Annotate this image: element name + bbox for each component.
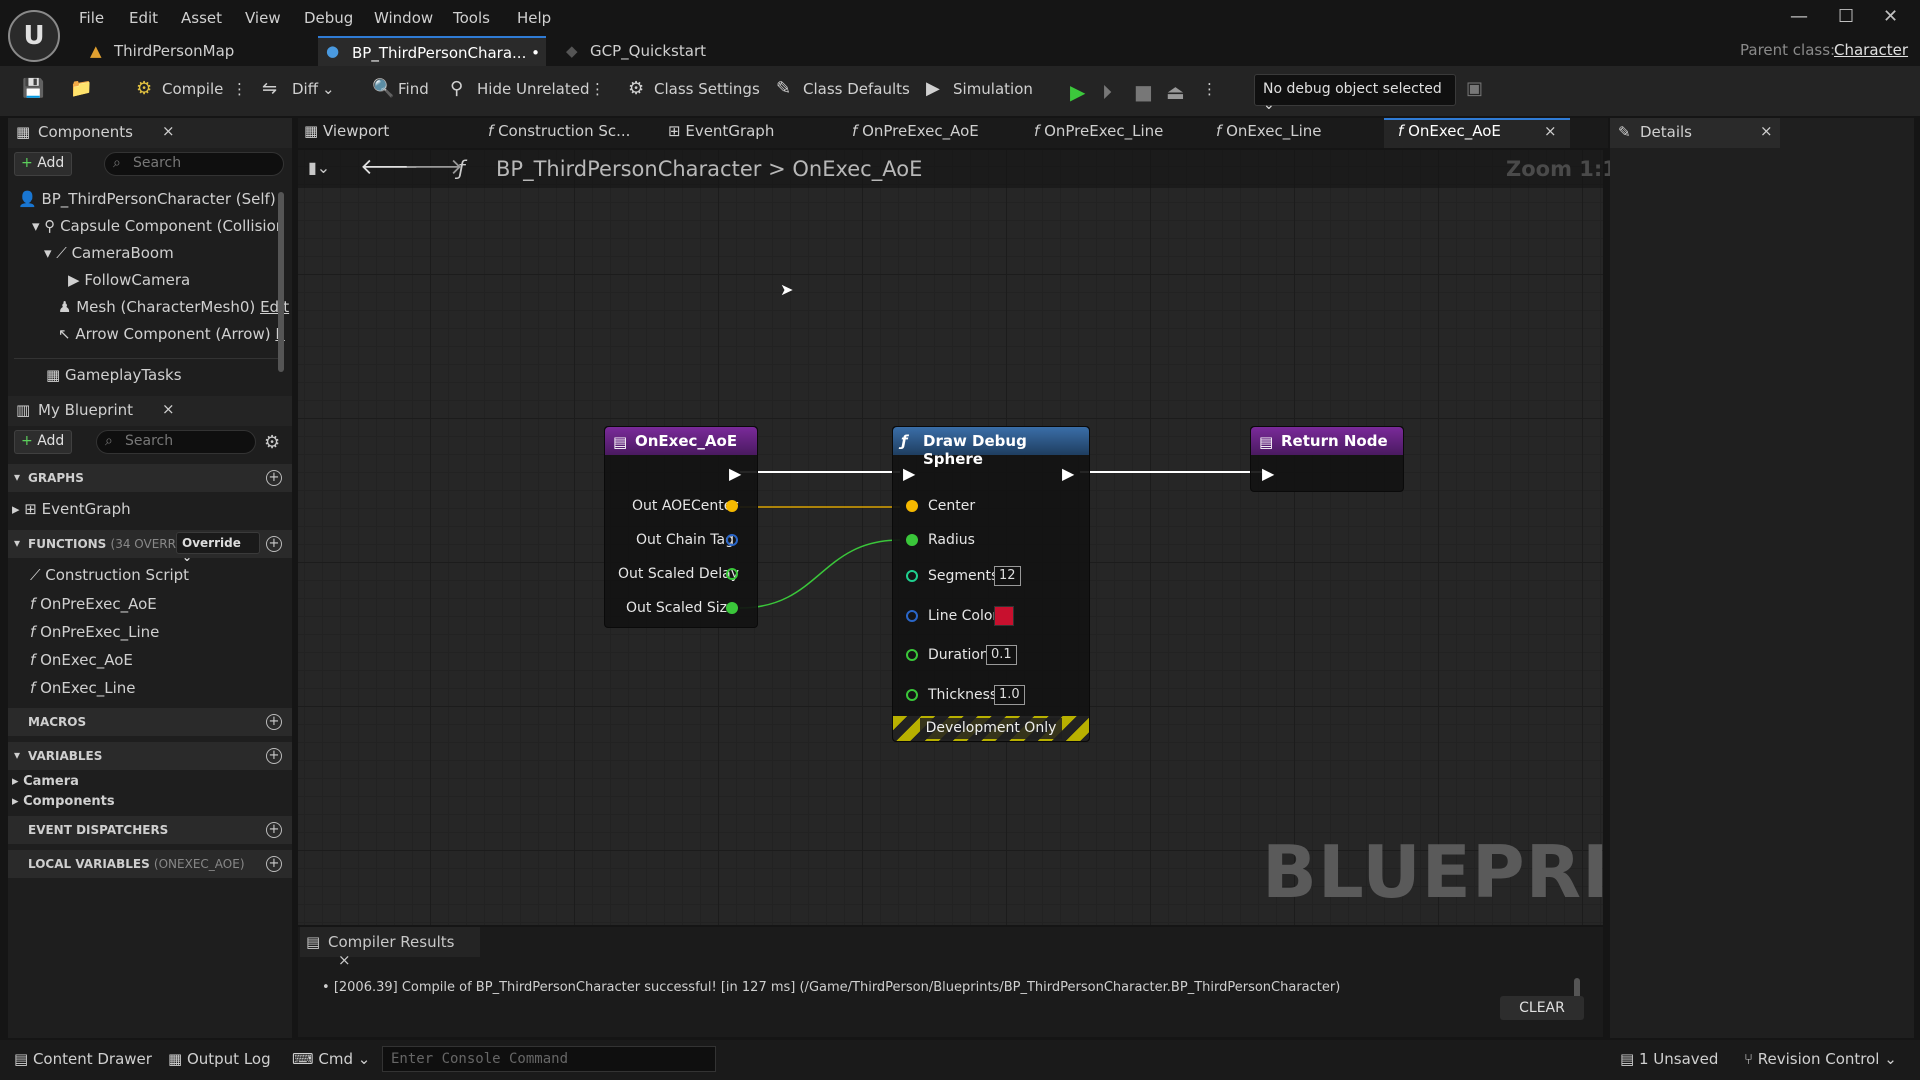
- return-node-header: ▤ Return Node: [1251, 427, 1403, 455]
- content-drawer-button[interactable]: ▤ Content Drawer: [14, 1050, 152, 1068]
- node-title: Draw Debug Sphere: [923, 432, 1027, 468]
- status-label: Content Drawer: [32, 1050, 152, 1068]
- thickness-input[interactable]: 1.0: [994, 685, 1025, 705]
- pin-ring-float[interactable]: [726, 568, 738, 580]
- compiler-message-text: [2006.39] Compile of BP_ThirdPersonChara…: [333, 980, 1341, 995]
- float-wire: [739, 539, 901, 609]
- status-label: Revision Control: [1757, 1050, 1880, 1068]
- exec-in-pin[interactable]: ▶: [903, 464, 915, 483]
- close-tab-icon[interactable]: ×: [338, 951, 351, 969]
- pin-ring-float[interactable]: [906, 649, 918, 661]
- clear-button[interactable]: CLEAR: [1500, 996, 1584, 1020]
- status-label: Output Log: [186, 1050, 271, 1068]
- pin-out-scaled-size: Out Scaled Size: [626, 600, 736, 616]
- details-header: ✎ Details ×: [1610, 118, 1780, 148]
- pin-ring-float[interactable]: [906, 689, 918, 701]
- details-title: Details: [1640, 123, 1693, 141]
- pin-ring-linear-color[interactable]: [906, 610, 918, 622]
- revision-control-button[interactable]: ⑂ Revision Control ⌄: [1744, 1050, 1897, 1068]
- pin-line-color: Line Color: [928, 608, 999, 624]
- exec-out-pin[interactable]: ▶: [729, 464, 741, 483]
- pin-dot-float[interactable]: [906, 534, 918, 546]
- compiler-icon: ▤: [306, 933, 321, 951]
- line-color-swatch[interactable]: [994, 606, 1014, 626]
- segments-input[interactable]: 12: [994, 566, 1021, 586]
- console-placeholder: Enter Console Command: [391, 1051, 569, 1067]
- duration-input[interactable]: 0.1: [986, 645, 1017, 665]
- pin-duration: Duration: [928, 647, 989, 663]
- pin-dot-vector[interactable]: [906, 500, 918, 512]
- exec-out-pin[interactable]: ▶: [1062, 464, 1074, 483]
- mouse-cursor-icon: ➤: [780, 280, 794, 299]
- pin-out-scaled-delay: Out Scaled Delay: [618, 566, 739, 582]
- pin-radius: Radius: [928, 532, 975, 548]
- compiler-title: Compiler Results: [328, 933, 455, 951]
- function-icon: ƒ: [901, 432, 908, 450]
- cmd-dropdown[interactable]: ⌨ Cmd ⌄: [292, 1050, 370, 1068]
- function-return-icon: ▤: [1259, 433, 1274, 451]
- pin-ring-struct[interactable]: [726, 534, 738, 546]
- details-panel: ✎ Details ×: [1610, 118, 1914, 1038]
- pin-dot-vector[interactable]: [726, 500, 738, 512]
- exec-in-pin[interactable]: ▶: [1262, 464, 1274, 483]
- pin-ring-int[interactable]: [906, 570, 918, 582]
- pin-out-aoecenter: Out AOECenter: [632, 498, 739, 514]
- pencil-icon: ✎: [1618, 123, 1631, 141]
- pin-out-chain-tag: Out Chain Tag: [636, 532, 734, 548]
- node-title: OnExec_AoE: [635, 432, 738, 450]
- development-only-label: Development Only: [920, 718, 1062, 739]
- sphere-node-header: ƒ Draw Debug Sphere: [893, 427, 1089, 468]
- output-log-button[interactable]: ▦ Output Log: [168, 1050, 271, 1068]
- compiler-message: • [2006.39] Compile of BP_ThirdPersonCha…: [322, 980, 1341, 995]
- pin-dot-float[interactable]: [726, 602, 738, 614]
- close-panel-icon[interactable]: ×: [1760, 122, 1773, 140]
- compiler-results-tab[interactable]: ▤ Compiler Results ×: [300, 927, 480, 969]
- unsaved-button[interactable]: ▤ 1 Unsaved: [1620, 1050, 1718, 1068]
- entry-node[interactable]: ▤ OnExec_AoE: [604, 426, 758, 628]
- pin-thickness: Thickness: [928, 687, 998, 703]
- status-label: 1 Unsaved: [1638, 1050, 1719, 1068]
- entry-node-header: ▤ OnExec_AoE: [605, 427, 757, 455]
- pin-segments: Segments: [928, 568, 999, 584]
- function-entry-icon: ▤: [613, 433, 628, 451]
- status-label: Cmd: [318, 1050, 354, 1068]
- node-title: Return Node: [1281, 432, 1388, 450]
- pin-center: Center: [928, 498, 976, 514]
- console-command-input[interactable]: Enter Console Command: [382, 1046, 716, 1072]
